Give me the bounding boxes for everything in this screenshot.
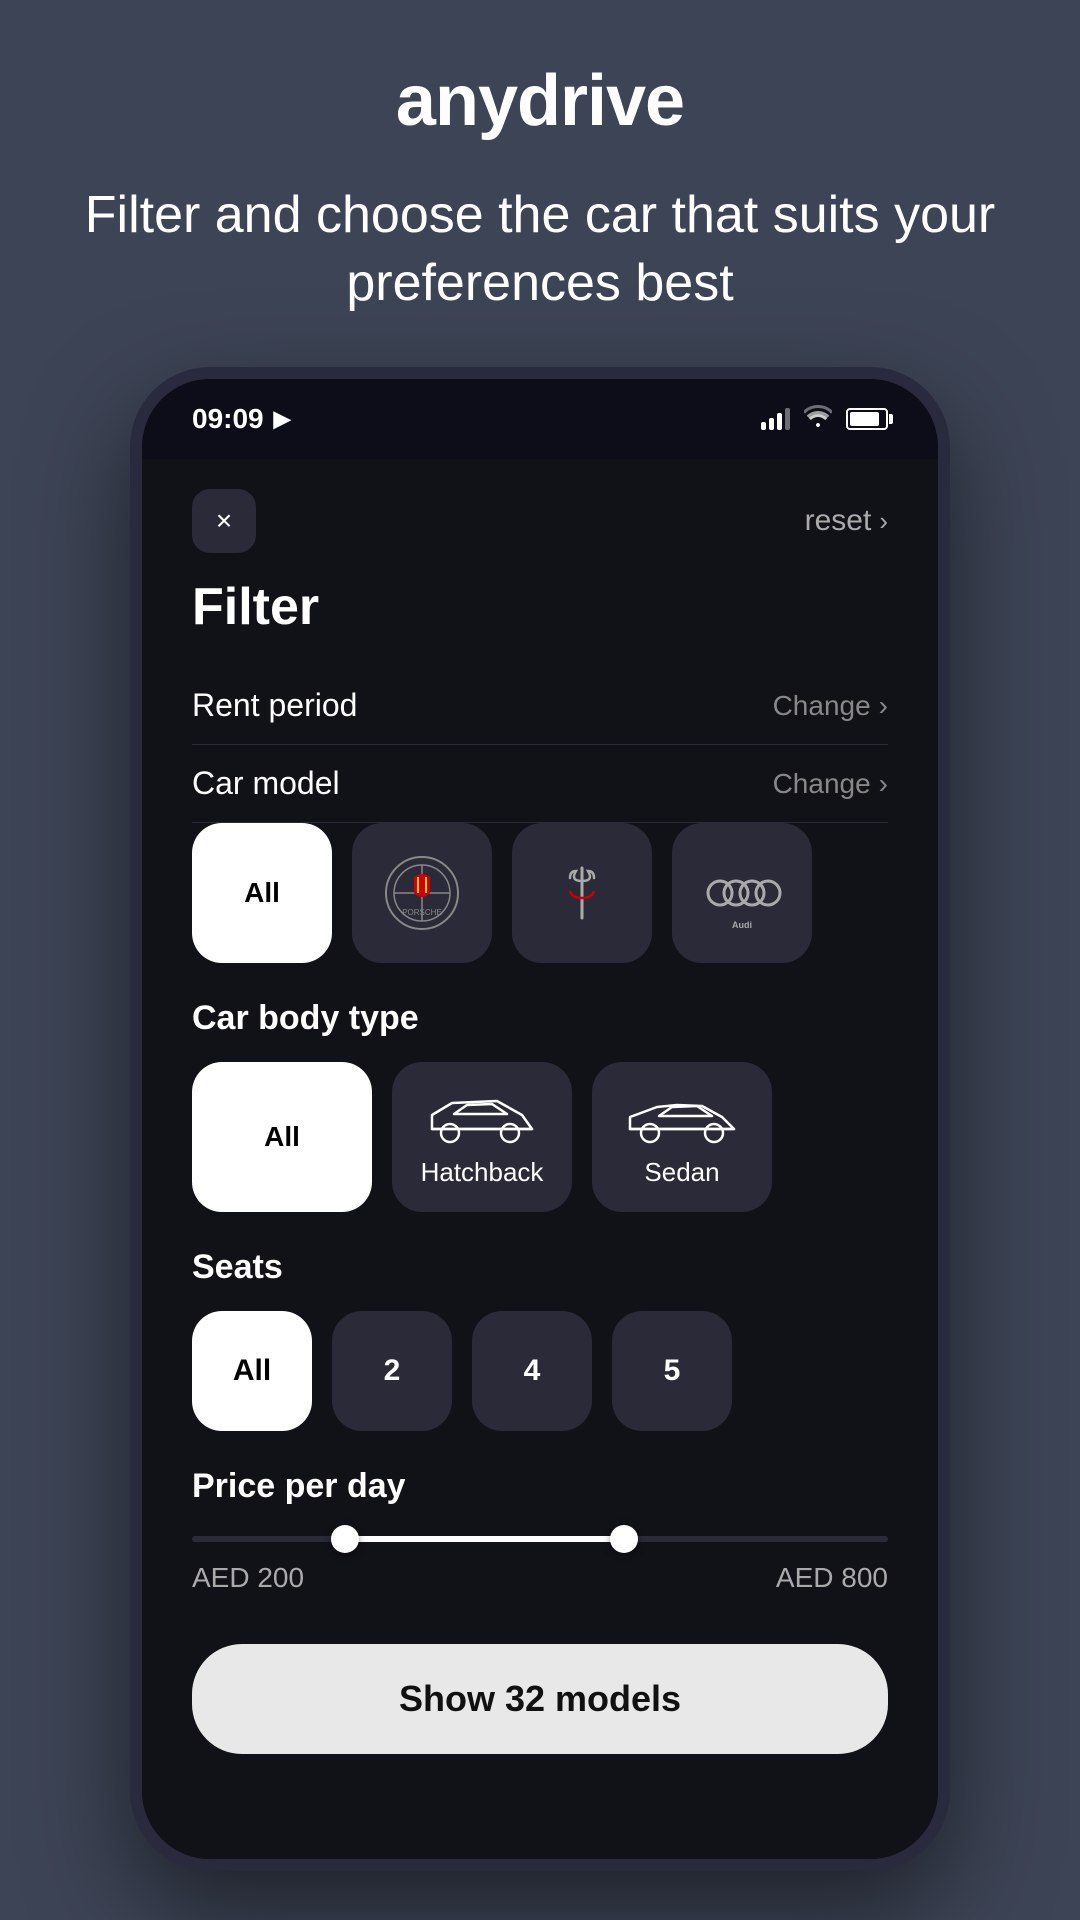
location-icon: ▶: [274, 406, 291, 432]
app-title: anydrive: [396, 60, 684, 142]
price-range-bar[interactable]: [192, 1536, 888, 1542]
wifi-icon: [804, 405, 832, 434]
price-max-thumb[interactable]: [610, 1525, 638, 1553]
seats-section-title: Seats: [192, 1248, 888, 1287]
seat-chip-4[interactable]: 4: [472, 1311, 592, 1431]
price-min-label: AED 200: [192, 1562, 304, 1594]
maserati-logo-icon: [542, 853, 622, 933]
filter-header: × reset ›: [192, 489, 888, 553]
seat-chip-all[interactable]: All: [192, 1311, 312, 1431]
car-model-row[interactable]: Car model Change ›: [192, 745, 888, 823]
sedan-icon: [622, 1087, 742, 1147]
status-time: 09:09 ▶: [192, 403, 291, 435]
brand-chip-audi[interactable]: Audi: [672, 823, 812, 963]
car-model-action[interactable]: Change ›: [773, 768, 888, 800]
battery-icon: [846, 408, 888, 430]
signal-icon: [761, 408, 790, 430]
price-section-title: Price per day: [192, 1467, 888, 1506]
seat-chip-2[interactable]: 2: [332, 1311, 452, 1431]
price-max-label: AED 800: [776, 1562, 888, 1594]
porsche-logo-icon: PORSCHE: [382, 853, 462, 933]
audi-logo-icon: Audi: [702, 853, 782, 933]
hatchback-label: Hatchback: [421, 1157, 544, 1188]
rent-period-label: Rent period: [192, 687, 357, 724]
body-chip-hatchback[interactable]: Hatchback: [392, 1062, 572, 1212]
body-type-row: All Hatchback: [192, 1062, 888, 1212]
filter-title: Filter: [192, 577, 888, 637]
show-models-label: Show 32 models: [399, 1678, 681, 1720]
seat-chip-5[interactable]: 5: [612, 1311, 732, 1431]
screen-content: × reset › Filter Rent period Change › Ca…: [142, 459, 938, 1859]
status-icons: [761, 405, 888, 434]
show-button-container: Show 32 models: [192, 1644, 888, 1754]
car-model-chevron-icon: ›: [879, 768, 888, 800]
reset-chevron-icon: ›: [879, 506, 888, 537]
price-min-thumb[interactable]: [331, 1525, 359, 1553]
brands-row: All PORSCHE: [192, 823, 888, 963]
app-subtitle: Filter and choose the car that suits you…: [0, 182, 1080, 317]
brand-chip-porsche[interactable]: PORSCHE: [352, 823, 492, 963]
reset-label: reset: [805, 504, 872, 538]
price-labels: AED 200 AED 800: [192, 1562, 888, 1594]
rent-period-change: Change: [773, 690, 871, 722]
body-type-section-title: Car body type: [192, 999, 888, 1038]
time-display: 09:09: [192, 403, 264, 435]
status-bar: 09:09 ▶: [142, 379, 938, 459]
reset-button[interactable]: reset ›: [805, 504, 888, 538]
sedan-label: Sedan: [644, 1157, 719, 1188]
rent-period-chevron-icon: ›: [879, 690, 888, 722]
car-model-change: Change: [773, 768, 871, 800]
brand-all-label: All: [244, 877, 280, 909]
brand-chip-maserati[interactable]: [512, 823, 652, 963]
seat-5-label: 5: [664, 1354, 681, 1388]
seat-2-label: 2: [384, 1354, 401, 1388]
price-range-fill: [345, 1536, 623, 1542]
price-section: Price per day AED 200 AED 800: [192, 1467, 888, 1594]
phone-frame: 09:09 ▶ × reset: [130, 367, 950, 1871]
hatchback-icon: [422, 1087, 542, 1147]
body-chip-all[interactable]: All: [192, 1062, 372, 1212]
car-model-label: Car model: [192, 765, 340, 802]
seat-4-label: 4: [524, 1354, 541, 1388]
seat-all-label: All: [233, 1354, 271, 1388]
close-button[interactable]: ×: [192, 489, 256, 553]
rent-period-row[interactable]: Rent period Change ›: [192, 667, 888, 745]
rent-period-action[interactable]: Change ›: [773, 690, 888, 722]
seats-row: All 2 4 5: [192, 1311, 888, 1431]
svg-text:Audi: Audi: [732, 920, 752, 930]
body-chip-sedan[interactable]: Sedan: [592, 1062, 772, 1212]
brand-chip-all[interactable]: All: [192, 823, 332, 963]
svg-text:PORSCHE: PORSCHE: [402, 908, 442, 917]
show-models-button[interactable]: Show 32 models: [192, 1644, 888, 1754]
body-all-label: All: [264, 1121, 300, 1153]
